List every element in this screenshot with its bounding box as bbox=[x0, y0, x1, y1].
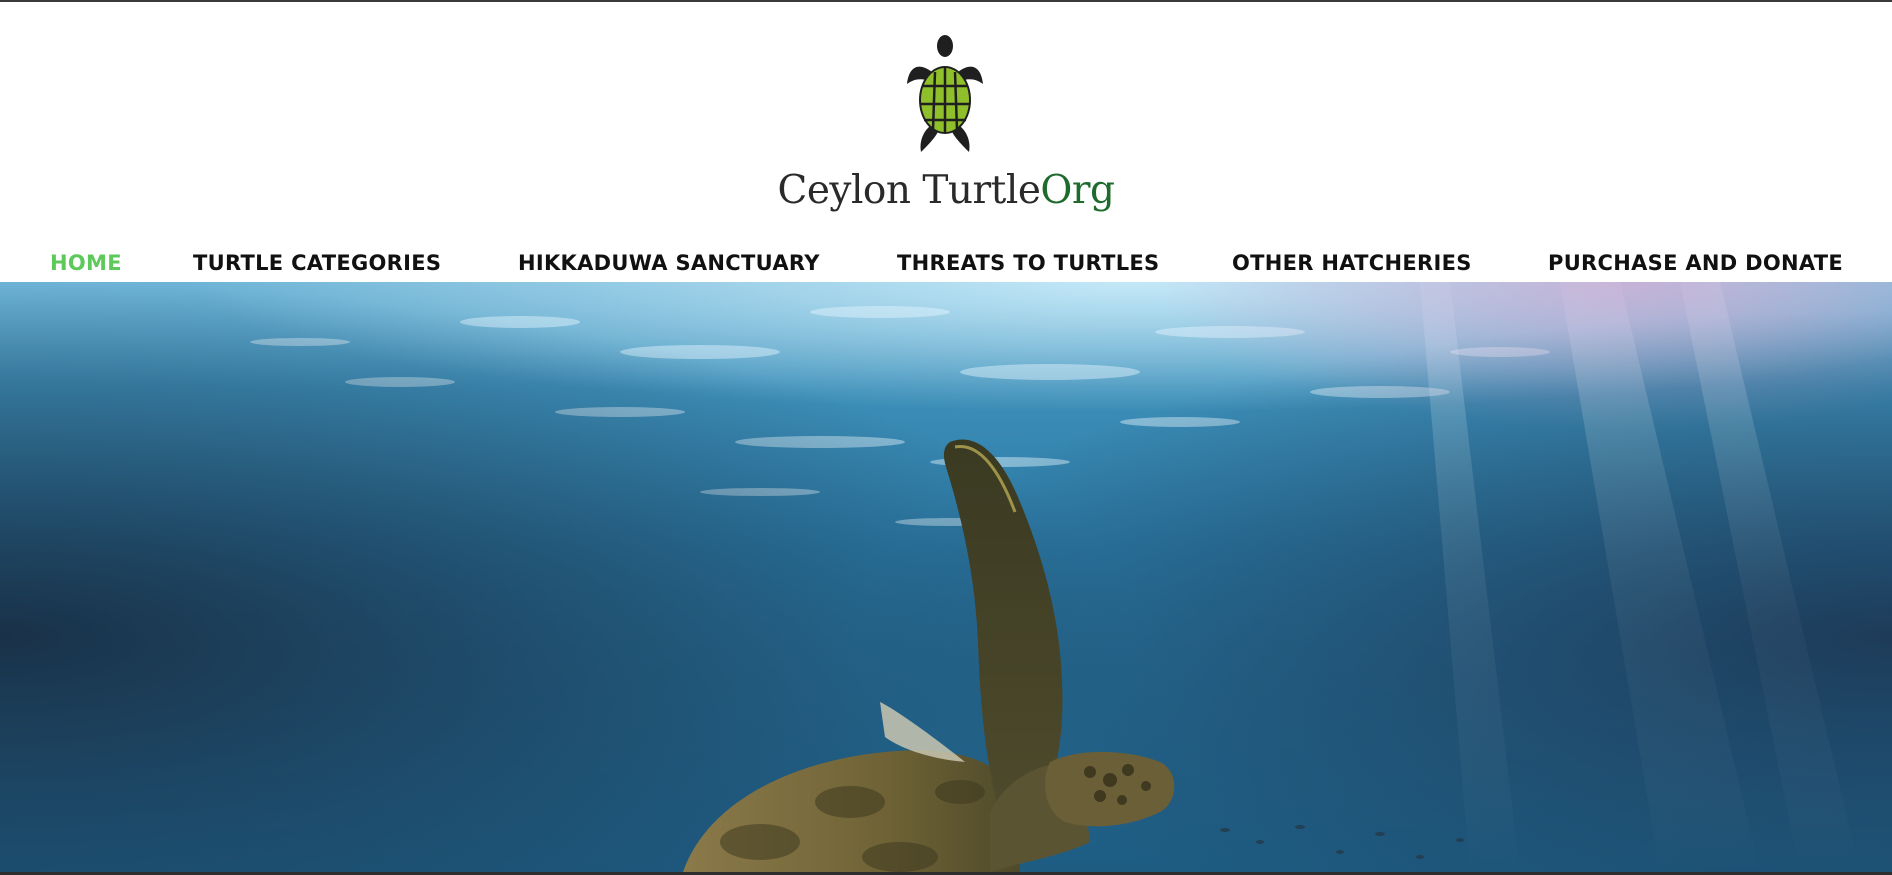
nav-item-other-hatcheries[interactable]: OTHER HATCHERIES bbox=[1232, 248, 1472, 278]
nav-item-turtle-categories[interactable]: TURTLE CATEGORIES bbox=[193, 248, 441, 278]
site-header: Ceylon TurtleOrg HOME TURTLE CATEGORIES … bbox=[0, 2, 1892, 282]
brand-name-accent: Org bbox=[1040, 168, 1115, 213]
underwater-sea-turtle-photo bbox=[0, 282, 1892, 872]
nav-item-home[interactable]: HOME bbox=[50, 248, 122, 278]
nav-item-threats-to-turtles[interactable]: THREATS TO TURTLES bbox=[897, 248, 1159, 278]
nav-item-purchase-and-donate[interactable]: PURCHASE AND DONATE bbox=[1548, 248, 1843, 278]
nav-item-hikkaduwa-sanctuary[interactable]: HIKKADUWA SANCTUARY bbox=[518, 248, 820, 278]
brand-name: Ceylon TurtleOrg bbox=[0, 168, 1892, 213]
brand-name-main: Ceylon Turtle bbox=[777, 168, 1041, 213]
site-logo-link[interactable] bbox=[905, 34, 985, 154]
hero-banner bbox=[0, 282, 1892, 872]
main-nav: HOME TURTLE CATEGORIES HIKKADUWA SANCTUA… bbox=[0, 248, 1892, 282]
sea-turtle-logo-icon bbox=[907, 35, 983, 152]
